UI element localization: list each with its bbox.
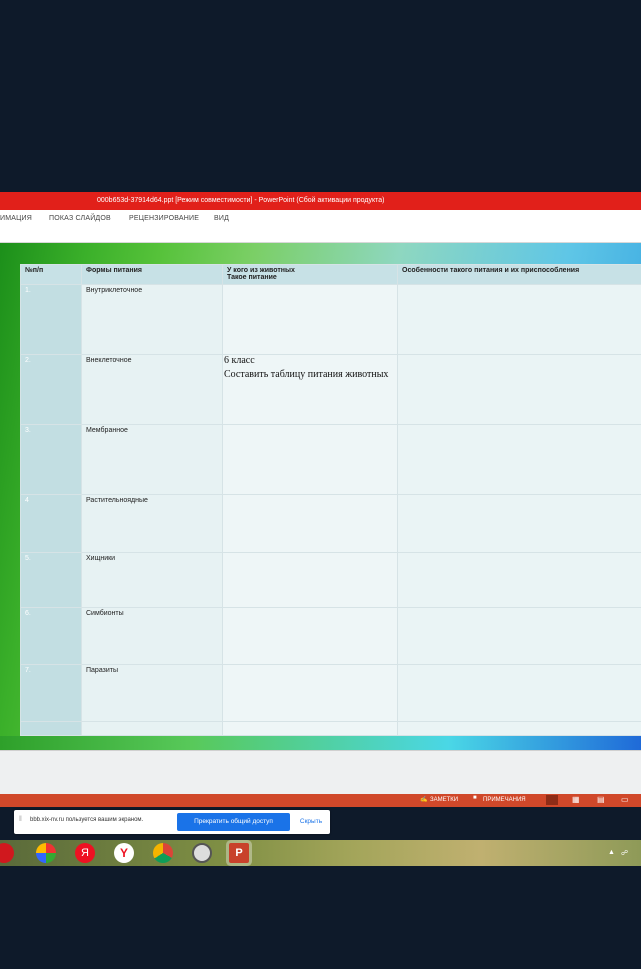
row-features[interactable] [397,607,641,665]
reading-view-icon[interactable]: ▤ [597,795,605,804]
tray-network-icon[interactable]: ☍ [621,849,628,857]
row-form: Хищники [81,551,223,609]
row-form [81,720,223,736]
row-features[interactable] [397,551,641,609]
table-row: 1. Внутриклеточное [20,283,641,355]
row-who[interactable] [222,551,398,609]
chrome-icon[interactable] [153,843,173,863]
table-row: 4 Растительноядные [20,493,641,553]
slide-bottom-band [0,736,641,750]
comments-button[interactable]: ПРИМЕЧАНИЯ [483,797,526,803]
row-who[interactable] [222,283,398,355]
row-form: Паразиты [81,663,223,722]
table-row: 3. Мембранное [20,423,641,495]
notes-pane[interactable] [0,750,641,795]
table-header-row: №п/п Формы питания У кого из животных Та… [20,264,641,285]
row-features[interactable] [397,493,641,553]
notes-icon[interactable]: ✍ [420,796,427,803]
tab-animation[interactable]: ИМАЦИЯ [0,215,32,222]
header-number: №п/п [20,264,82,285]
window-titlebar: 000b653d-37914d64.ppt [Режим совместимос… [0,192,641,210]
hide-button[interactable]: Скрыть [296,813,326,831]
header-features: Особенности такого питания и их приспосо… [397,264,641,285]
comments-icon[interactable]: ■ [473,795,477,801]
tab-review[interactable]: РЕЦЕНЗИРОВАНИЕ [129,215,199,222]
picasa-icon[interactable] [36,843,56,863]
header-form: Формы питания [81,264,223,285]
row-who[interactable] [222,720,398,736]
row-number: 3. [20,423,82,495]
yandex-browser-icon[interactable]: Y [114,843,134,863]
screen-share-bar: ‖ bbb.xix-nv.ru пользуется вашим экраном… [14,810,330,834]
film-icon[interactable] [192,843,212,863]
share-message: bbb.xix-nv.ru пользуется вашим экраном. [30,817,144,823]
row-features[interactable] [397,353,641,425]
notes-button[interactable]: ЗАМЕТКИ [430,797,458,803]
row-who[interactable] [222,663,398,722]
nutrition-table[interactable]: №п/п Формы питания У кого из животных Та… [20,264,641,736]
slide-overlay-text: 6 класс Составить таблицу питания животн… [224,354,388,382]
row-features[interactable] [397,720,641,736]
table-row: 5. Хищники [20,551,641,609]
task-label: Составить таблицу питания животных [224,369,389,380]
table-row [20,720,641,736]
normal-view-icon[interactable] [546,795,558,805]
slide-sorter-icon[interactable]: ▦ [572,795,580,804]
stop-sharing-button[interactable]: Прекратить общий доступ [177,813,290,831]
row-number: 6. [20,607,82,665]
tab-view[interactable]: ВИД [214,215,229,222]
row-features[interactable] [397,663,641,722]
row-number: 4 [20,493,82,553]
row-number: 7. [20,663,82,722]
class-label: 6 класс [224,355,255,366]
ribbon-tabs: ИМАЦИЯ ПОКАЗ СЛАЙДОВ РЕЦЕНЗИРОВАНИЕ ВИД [0,210,641,243]
table-row: 7. Паразиты [20,663,641,722]
slideshow-icon[interactable]: ▭ [621,795,629,804]
row-number: 1. [20,283,82,355]
row-features[interactable] [397,283,641,355]
row-form: Симбионты [81,607,223,665]
row-who[interactable] [222,493,398,553]
opera-icon[interactable] [0,843,14,863]
row-who[interactable] [222,607,398,665]
tray-arrow-icon[interactable]: ▲ [608,849,615,856]
yandex-icon[interactable]: Я [75,843,95,863]
row-number: 2. [20,353,82,425]
powerpoint-icon[interactable]: P [229,843,249,863]
status-bar: ✍ ЗАМЕТКИ ■ ПРИМЕЧАНИЯ ▦ ▤ ▭ [0,794,641,807]
row-who[interactable] [222,423,398,495]
row-form: Мембранное [81,423,223,495]
row-number: 5. [20,551,82,609]
row-form: Внеклеточное [81,353,223,425]
taskbar: Я Y P ▲ ☍ [0,840,641,866]
drag-handle-icon[interactable]: ‖ [19,816,22,823]
tab-slideshow[interactable]: ПОКАЗ СЛАЙДОВ [49,215,111,222]
row-form: Растительноядные [81,493,223,553]
row-number [20,720,82,736]
table-row: 6. Симбионты [20,607,641,665]
row-form: Внутриклеточное [81,283,223,355]
window-title: 000b653d-37914d64.ppt [Режим совместимос… [97,197,385,204]
header-who: У кого из животных Такое питание [222,264,398,285]
row-features[interactable] [397,423,641,495]
